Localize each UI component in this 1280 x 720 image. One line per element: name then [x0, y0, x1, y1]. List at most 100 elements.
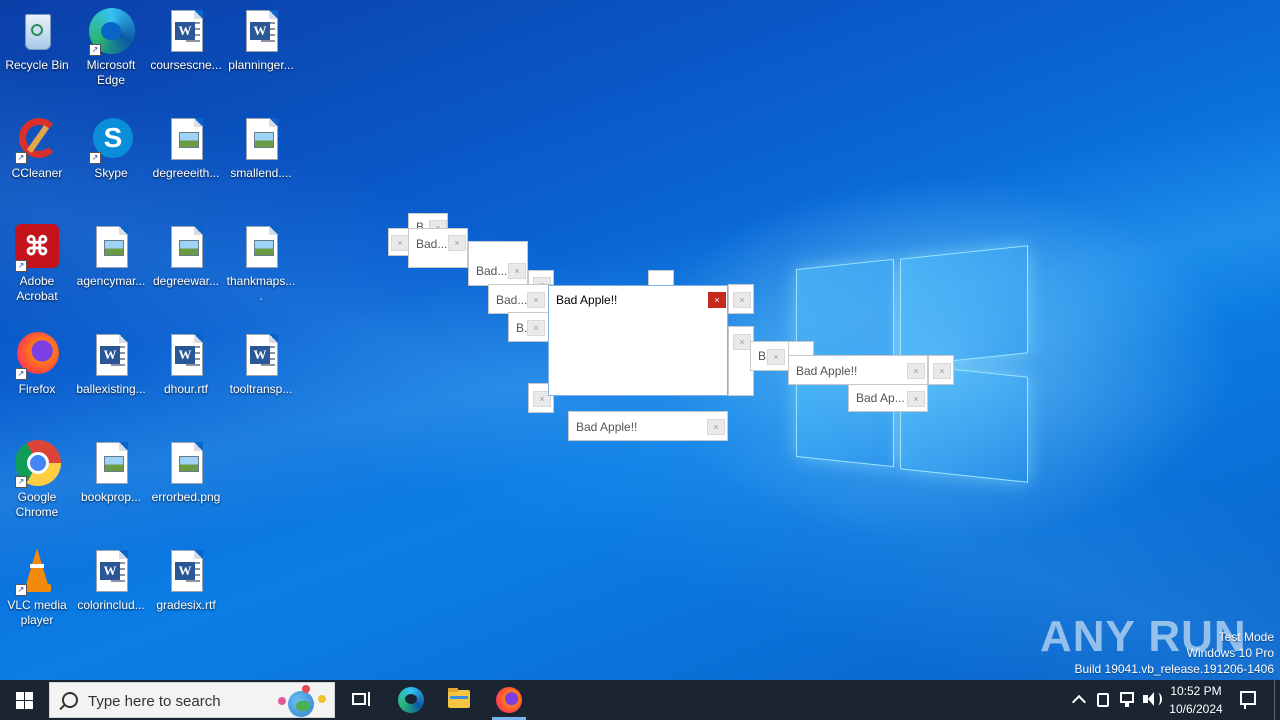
- notification-icon: [1240, 691, 1256, 705]
- file-explorer-icon: [448, 690, 470, 708]
- taskbar-file-explorer-button[interactable]: [436, 680, 482, 720]
- word-doc-icon: W: [237, 8, 285, 56]
- volume-button[interactable]: [1140, 680, 1162, 720]
- close-button[interactable]: ×: [907, 363, 925, 379]
- desktop-icon-microsoft-edge[interactable]: ↗ Microsoft Edge: [75, 8, 147, 88]
- start-button[interactable]: [0, 680, 48, 720]
- ccleaner-icon: ↗: [13, 116, 61, 164]
- device-icon: [1097, 693, 1109, 707]
- bad-apple-main-window[interactable]: Bad Apple!! ×: [548, 285, 728, 396]
- bad-apple-window[interactable]: ×: [928, 355, 954, 385]
- close-button[interactable]: ×: [508, 263, 526, 279]
- taskbar-firefox-button[interactable]: [486, 680, 532, 720]
- taskbar-search-box[interactable]: Type here to search: [49, 682, 335, 718]
- bad-apple-window[interactable]: Bad... ×: [488, 284, 554, 314]
- taskbar-edge-button[interactable]: [388, 680, 434, 720]
- clock-time: 10:52 PM: [1170, 684, 1222, 698]
- search-highlight-icon: [266, 685, 332, 717]
- word-doc-icon: W: [162, 8, 210, 56]
- desktop-icon-recycle-bin[interactable]: Recycle Bin: [1, 8, 73, 73]
- test-mode-watermark: Test Mode Windows 10 Pro Build 19041.vb_…: [1074, 630, 1275, 676]
- acrobat-icon: ⌘ ↗: [13, 224, 61, 272]
- word-doc-icon: W: [162, 548, 210, 596]
- word-doc-icon: W: [87, 548, 135, 596]
- desktop-icon-skype[interactable]: S ↗ Skype: [75, 116, 147, 181]
- image-file-icon: [87, 440, 135, 488]
- image-file-icon: [162, 116, 210, 164]
- image-file-icon: [162, 224, 210, 272]
- close-button[interactable]: ×: [907, 391, 925, 407]
- close-button[interactable]: ×: [933, 363, 951, 379]
- desktop-icon-vlc-media-player[interactable]: ↗ VLC media player: [1, 548, 73, 628]
- action-center-button[interactable]: [1232, 680, 1264, 720]
- desktop-icon-thankmaps[interactable]: thankmaps....: [225, 224, 297, 304]
- desktop-icon-errorbed[interactable]: errorbed.png: [150, 440, 222, 505]
- close-button[interactable]: ×: [733, 292, 751, 308]
- desktop-icon-coursescne[interactable]: W coursescne...: [150, 8, 222, 73]
- bad-apple-window[interactable]: Bad Apple!! ×: [788, 355, 928, 385]
- word-doc-icon: W: [87, 332, 135, 380]
- close-button[interactable]: ×: [767, 349, 785, 365]
- desktop-icon-agencymar[interactable]: agencymar...: [75, 224, 147, 289]
- desktop: Recycle Bin ↗ Microsoft Edge W coursescn…: [0, 0, 1280, 680]
- desktop-icon-degreeeith[interactable]: degreeeith...: [150, 116, 222, 181]
- shortcut-arrow-icon: ↗: [89, 152, 101, 164]
- taskbar: Type here to search 10:52 PM 10/6/2024: [0, 680, 1280, 720]
- firefox-icon: [496, 687, 522, 713]
- shortcut-arrow-icon: ↗: [15, 260, 27, 272]
- bad-apple-window[interactable]: Bad... ×: [408, 228, 468, 268]
- search-icon: [62, 692, 78, 708]
- network-icon: [1120, 692, 1134, 703]
- bad-apple-window[interactable]: B. ×: [750, 341, 790, 371]
- task-view-button[interactable]: [338, 680, 382, 720]
- clock-date: 10/6/2024: [1169, 702, 1223, 716]
- chrome-icon: ↗: [13, 440, 61, 488]
- vlc-icon: ↗: [13, 548, 61, 596]
- desktop-icon-dhour[interactable]: W dhour.rtf: [150, 332, 222, 397]
- bad-apple-window[interactable]: ×: [728, 284, 754, 314]
- desktop-icon-google-chrome[interactable]: ↗ Google Chrome: [1, 440, 73, 520]
- close-button[interactable]: ×: [733, 334, 751, 350]
- close-button[interactable]: ×: [527, 320, 545, 336]
- shortcut-arrow-icon: ↗: [89, 44, 101, 56]
- image-file-icon: [87, 224, 135, 272]
- close-button[interactable]: ×: [707, 419, 725, 435]
- show-desktop-button[interactable]: [1274, 680, 1280, 720]
- desktop-icon-planninger[interactable]: W planninger...: [225, 8, 297, 73]
- desktop-icon-ballexisting[interactable]: W ballexisting...: [75, 332, 147, 397]
- desktop-icon-gradesix[interactable]: W gradesix.rtf: [150, 548, 222, 613]
- close-button[interactable]: ×: [708, 292, 726, 308]
- bad-apple-window[interactable]: Bad Ap... ×: [848, 384, 928, 412]
- desktop-icon-bookprop[interactable]: bookprop...: [75, 440, 147, 505]
- desktop-icon-adobe-acrobat[interactable]: ⌘ ↗ Adobe Acrobat: [1, 224, 73, 304]
- recycle-bin-icon: [13, 8, 61, 56]
- bad-apple-window[interactable]: Bad... ×: [468, 241, 528, 286]
- skype-icon: S ↗: [87, 116, 135, 164]
- show-hidden-icons-button[interactable]: [1068, 680, 1090, 720]
- shortcut-arrow-icon: ↗: [15, 584, 27, 596]
- word-doc-icon: W: [162, 332, 210, 380]
- image-file-icon: [237, 224, 285, 272]
- close-button[interactable]: ×: [448, 235, 466, 251]
- tray-device-icon-button[interactable]: [1092, 680, 1114, 720]
- desktop-icon-firefox[interactable]: ↗ Firefox: [1, 332, 73, 397]
- desktop-icon-smallend[interactable]: smallend....: [225, 116, 297, 181]
- chevron-up-icon: [1071, 694, 1087, 710]
- network-button[interactable]: [1116, 680, 1138, 720]
- desktop-icon-tooltransp[interactable]: W tooltransp...: [225, 332, 297, 397]
- desktop-icon-ccleaner[interactable]: ↗ CCleaner: [1, 116, 73, 181]
- task-view-icon: [352, 693, 366, 705]
- window-title: Bad Apple!!: [556, 293, 618, 307]
- bad-apple-window[interactable]: Bad Apple!! ×: [568, 411, 728, 441]
- desktop-icon-degreewar[interactable]: degreewar...: [150, 224, 222, 289]
- clock-button[interactable]: 10:52 PM 10/6/2024: [1164, 680, 1228, 720]
- windows-start-icon: [16, 692, 33, 709]
- close-button[interactable]: ×: [527, 292, 545, 308]
- image-file-icon: [162, 440, 210, 488]
- shortcut-arrow-icon: ↗: [15, 152, 27, 164]
- close-button[interactable]: ×: [391, 235, 409, 251]
- word-doc-icon: W: [237, 332, 285, 380]
- firefox-icon: ↗: [13, 332, 61, 380]
- desktop-icon-colorinclud[interactable]: W colorinclud...: [75, 548, 147, 613]
- search-placeholder: Type here to search: [88, 693, 221, 710]
